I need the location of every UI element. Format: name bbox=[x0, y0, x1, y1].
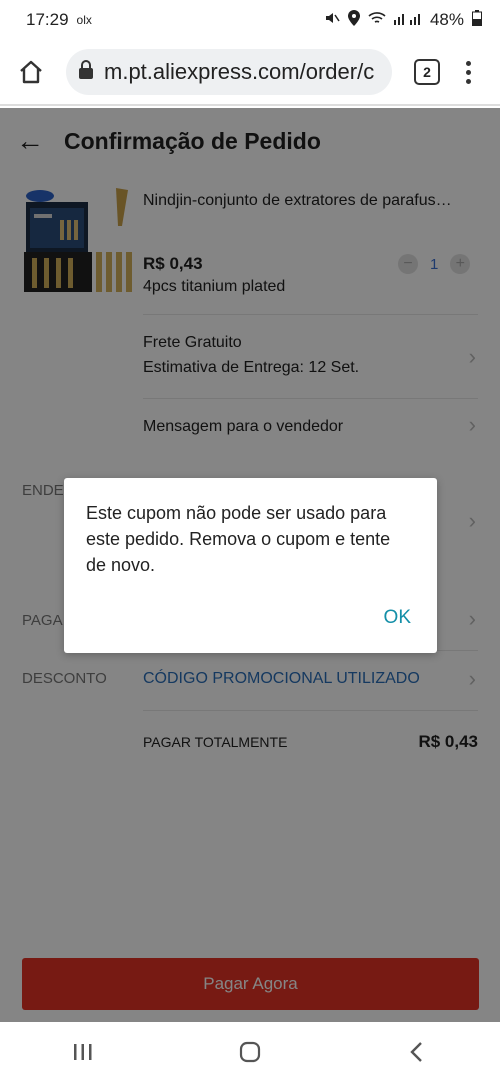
location-icon bbox=[347, 9, 360, 31]
notification-icons: olx bbox=[76, 13, 92, 27]
lock-icon bbox=[78, 59, 94, 85]
home-circle-icon bbox=[239, 1041, 261, 1063]
home-button[interactable] bbox=[16, 57, 46, 87]
coupon-error-dialog: Este cupom não pode ser usado para este … bbox=[64, 478, 437, 653]
battery-level: 48% bbox=[429, 10, 464, 29]
system-navigation-bar bbox=[0, 1022, 500, 1082]
back-chevron-icon bbox=[409, 1042, 422, 1062]
recent-apps-button[interactable] bbox=[53, 1032, 113, 1072]
browser-toolbar: m.pt.aliexpress.com/order/c 2 bbox=[0, 40, 500, 106]
address-bar[interactable]: m.pt.aliexpress.com/order/c bbox=[66, 49, 392, 95]
status-time: 17:29 bbox=[26, 10, 69, 29]
ok-button[interactable]: OK bbox=[384, 607, 411, 629]
signal-icon bbox=[393, 10, 422, 30]
home-nav-button[interactable] bbox=[220, 1032, 280, 1072]
tab-switcher-button[interactable]: 2 bbox=[414, 59, 440, 85]
dialog-message: Este cupom não pode ser usado para este … bbox=[86, 503, 391, 575]
overflow-menu-icon[interactable] bbox=[466, 60, 471, 84]
wifi-icon bbox=[368, 10, 386, 30]
home-icon bbox=[20, 60, 42, 84]
battery-icon bbox=[472, 9, 482, 31]
status-bar: 17:29 olx 48% bbox=[0, 0, 500, 40]
recent-apps-icon bbox=[74, 1044, 92, 1060]
mute-icon bbox=[324, 10, 340, 31]
back-nav-button[interactable] bbox=[387, 1032, 447, 1072]
url-text: m.pt.aliexpress.com/order/c bbox=[104, 59, 375, 84]
